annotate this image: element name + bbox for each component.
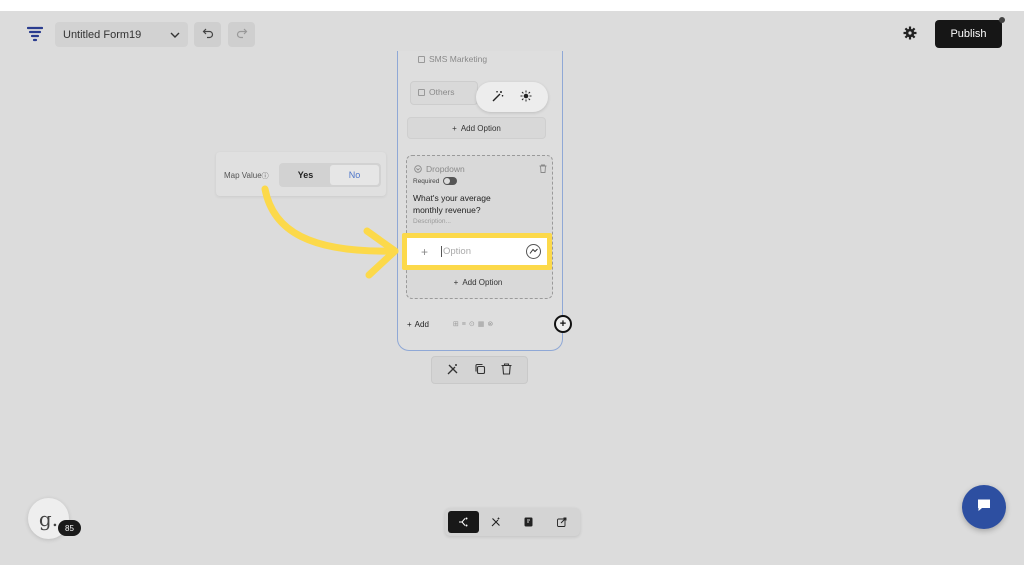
editor-canvas: Untitled Form19 Publish SMS Marketing Ot… — [0, 11, 1024, 565]
form-name-select[interactable]: Untitled Form19 — [55, 22, 188, 47]
required-toggle[interactable] — [443, 177, 458, 185]
trash-icon[interactable] — [501, 362, 512, 378]
form-name: Untitled Form19 — [63, 28, 142, 41]
flow-icon[interactable] — [448, 511, 479, 533]
add-field-bar[interactable]: + Add ⊞≡⊙▦⊗ — [404, 314, 520, 334]
checkbox-icon — [418, 55, 425, 63]
map-value-label: Map Valueⓘ — [224, 171, 269, 180]
option-input-row[interactable]: + Option — [407, 238, 547, 265]
option-sms-marketing[interactable]: SMS Marketing — [418, 54, 487, 64]
bottom-toolbar — [445, 508, 580, 536]
add-option-button[interactable]: + Add Option — [407, 117, 546, 139]
form-icon[interactable] — [514, 511, 545, 533]
chat-icon — [976, 497, 992, 518]
checkbox-icon — [418, 88, 425, 96]
plus-icon: + — [452, 123, 457, 133]
settings-button[interactable] — [896, 22, 923, 47]
annotation-arrow — [261, 185, 399, 279]
dropdown-type-label: Dropdown — [414, 160, 465, 178]
quick-actions-pill — [476, 82, 548, 112]
magic-edit-icon[interactable] — [447, 363, 459, 378]
option-others[interactable]: Others — [418, 87, 455, 97]
option-input[interactable]: Option — [441, 246, 526, 257]
trash-icon — [539, 160, 547, 177]
publish-button[interactable]: Publish — [935, 20, 1002, 48]
notification-dot — [999, 17, 1005, 23]
field-toolbar — [431, 356, 528, 384]
undo-button[interactable] — [194, 22, 221, 47]
gear-icon — [903, 26, 917, 44]
delete-field-button[interactable] — [539, 160, 547, 178]
info-icon: ⓘ — [261, 173, 269, 180]
add-option-button-2[interactable]: + Add Option — [408, 271, 548, 293]
app-logo-icon[interactable] — [25, 25, 45, 45]
share-icon[interactable] — [546, 511, 577, 533]
magic-wand-icon[interactable] — [492, 90, 504, 105]
undo-icon — [202, 27, 214, 42]
design-icon[interactable] — [481, 511, 512, 533]
sun-icon[interactable] — [520, 90, 532, 105]
plus-icon: + — [421, 244, 429, 259]
duplicate-icon[interactable] — [474, 363, 486, 378]
field-type-icons: ⊞≡⊙▦⊗ — [452, 321, 497, 328]
required-row: Required — [413, 177, 458, 185]
redo-button[interactable] — [228, 22, 255, 47]
plus-icon: + — [453, 277, 459, 287]
count-badge: 85 — [58, 520, 81, 536]
plus-icon: + — [407, 319, 412, 329]
chat-button[interactable] — [962, 485, 1006, 529]
redo-icon — [236, 27, 248, 42]
option-swap-icon[interactable] — [526, 244, 541, 259]
add-section-button[interactable]: + — [554, 315, 572, 333]
description-field[interactable]: Description... — [413, 218, 451, 225]
chevron-down-icon — [170, 29, 180, 41]
question-text[interactable]: What's your average monthly revenue? — [413, 192, 491, 216]
dropdown-icon — [414, 160, 422, 178]
